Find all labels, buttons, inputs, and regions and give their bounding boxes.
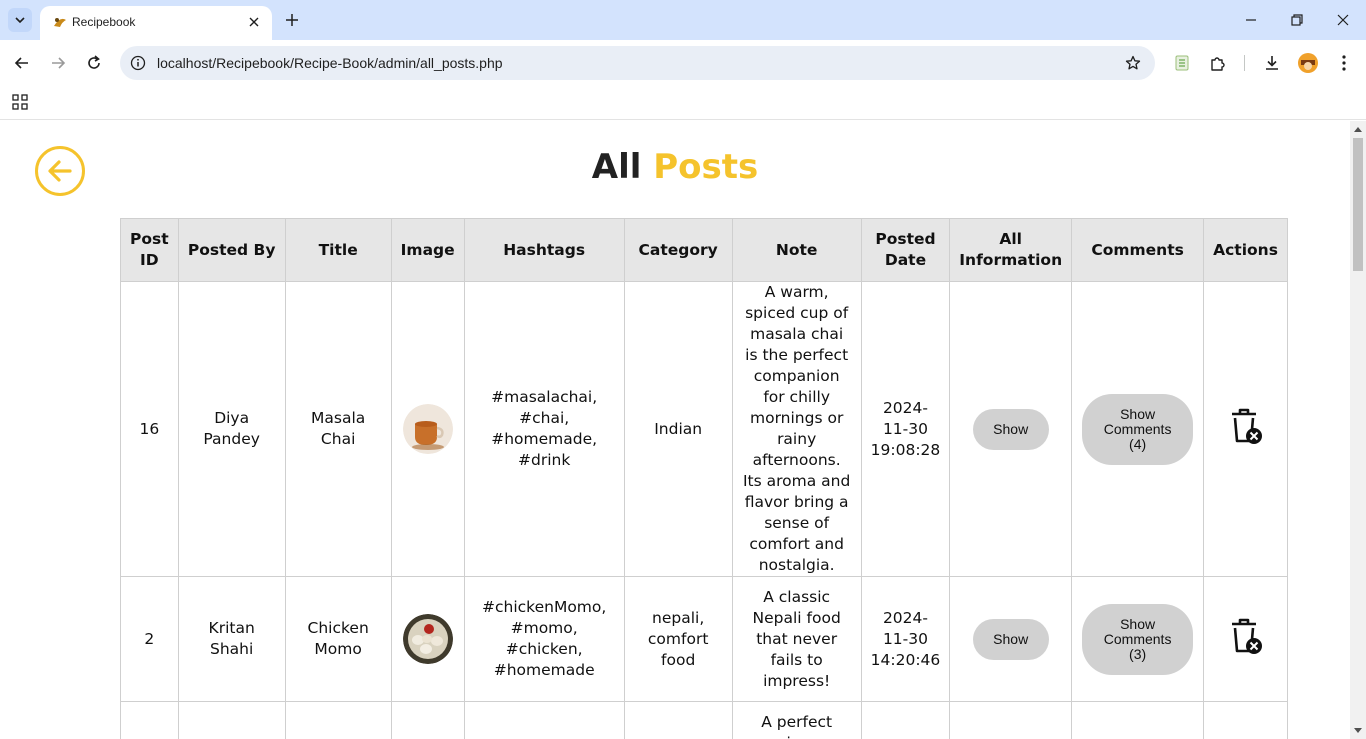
close-tab-icon[interactable] <box>244 12 264 32</box>
col-note: Note <box>731 218 862 282</box>
col-all-information: All Information <box>949 218 1073 282</box>
scrollbar-thumb[interactable] <box>1353 138 1363 271</box>
cell-title <box>284 701 392 739</box>
tab-search-button[interactable] <box>8 8 32 32</box>
delete-trash-icon[interactable] <box>1228 406 1264 446</box>
cell-category <box>623 701 733 739</box>
show-comments-button[interactable]: Show Comments (4) <box>1082 393 1194 465</box>
cell-actions <box>1203 281 1288 577</box>
col-posted-date: Posted Date <box>860 218 951 282</box>
cell-posted-by: Diya Pandey <box>177 281 286 577</box>
tab-title: Recipebook <box>72 15 136 29</box>
col-hashtags: Hashtags <box>463 218 625 282</box>
toolbar-divider <box>1244 55 1245 71</box>
page-title-main: All <box>591 147 642 187</box>
browser-tab[interactable]: Recipebook <box>40 6 272 40</box>
cell-comments <box>1071 701 1205 739</box>
col-title: Title <box>284 218 392 282</box>
cell-comments: Show Comments (4) <box>1071 281 1205 577</box>
cell-posted-date <box>860 701 951 739</box>
cell-post-id <box>120 701 179 739</box>
chevron-down-icon <box>15 17 25 24</box>
cell-category: nepali, comfort food <box>623 576 733 702</box>
cell-all-information: Show <box>949 576 1073 702</box>
address-bar[interactable]: localhost/Recipebook/Recipe-Book/admin/a… <box>120 46 1155 80</box>
cell-posted-date: 2024-11-30 14:20:46 <box>860 576 951 702</box>
page-title: All Posts <box>0 145 1350 189</box>
masala-chai-image <box>402 404 453 454</box>
scroll-up-arrow-icon[interactable] <box>1354 127 1362 132</box>
cell-title: Masala Chai <box>284 281 392 577</box>
menu-kebab-icon[interactable] <box>1332 51 1356 75</box>
cell-post-id: 2 <box>120 576 179 702</box>
col-category: Category <box>623 218 733 282</box>
url-text: localhost/Recipebook/Recipe-Book/admin/a… <box>157 55 503 71</box>
cell-hashtags: #masalachai, #chai, #homemade, #drink <box>463 281 625 577</box>
cell-hashtags: #chickenMomo, #momo, #chicken, #homemade <box>463 576 625 702</box>
profile-avatar-icon[interactable] <box>1296 51 1320 75</box>
cell-image <box>390 701 465 739</box>
show-button[interactable]: Show <box>972 408 1049 450</box>
cell-post-id: 16 <box>120 281 179 577</box>
cell-image <box>390 281 465 577</box>
show-comments-button[interactable]: Show Comments (3) <box>1082 603 1194 675</box>
posts-table: Post ID Posted By Title Image Hashtags C… <box>120 218 1288 739</box>
bookmark-star-icon[interactable] <box>1123 53 1143 73</box>
download-icon[interactable] <box>1260 51 1284 75</box>
table-row: A perfect pizza <box>120 701 1288 739</box>
chicken-momo-image <box>402 614 453 664</box>
cell-posted-date: 2024-11-30 19:08:28 <box>860 281 951 577</box>
vertical-scrollbar[interactable] <box>1350 121 1366 739</box>
cell-category: Indian <box>623 281 733 577</box>
col-posted-by: Posted By <box>177 218 286 282</box>
page-viewport: All Posts Post ID Posted By Title Image … <box>0 121 1350 739</box>
cell-image <box>390 576 465 702</box>
table-row: 16 Diya Pandey Masala Chai #masalachai, … <box>120 281 1288 577</box>
reload-icon[interactable] <box>82 51 106 75</box>
forward-arrow-icon[interactable] <box>46 51 70 75</box>
browser-toolbar: localhost/Recipebook/Recipe-Book/admin/a… <box>0 40 1366 86</box>
cell-actions <box>1203 576 1288 702</box>
recipebook-favicon-icon <box>54 18 66 27</box>
page-title-accent: Posts <box>653 147 759 187</box>
cell-comments: Show Comments (3) <box>1071 576 1205 702</box>
delete-trash-icon[interactable] <box>1228 616 1264 656</box>
extensions-puzzle-icon[interactable] <box>1206 51 1230 75</box>
scroll-down-arrow-icon[interactable] <box>1354 728 1362 733</box>
table-header-row: Post ID Posted By Title Image Hashtags C… <box>120 218 1288 282</box>
minimize-icon[interactable] <box>1228 4 1274 36</box>
table-row: 2 Kritan Shahi Chicken Momo #chickenMomo… <box>120 576 1288 702</box>
cell-title: Chicken Momo <box>284 576 392 702</box>
tab-strip: Recipebook <box>0 0 1366 40</box>
cell-note: A warm, spiced cup of masala chai is the… <box>731 281 862 577</box>
col-comments: Comments <box>1071 218 1205 282</box>
show-button[interactable]: Show <box>972 618 1049 660</box>
cell-all-information <box>949 701 1073 739</box>
site-info-icon[interactable] <box>128 53 148 73</box>
col-post-id: Post ID <box>120 218 179 282</box>
col-image: Image <box>390 218 465 282</box>
cell-note: A perfect pizza <box>731 701 862 739</box>
cell-hashtags <box>463 701 625 739</box>
sheets-extension-icon[interactable] <box>1170 51 1194 75</box>
cell-actions <box>1203 701 1288 739</box>
cell-all-information: Show <box>949 281 1073 577</box>
close-window-icon[interactable] <box>1320 4 1366 36</box>
col-actions: Actions <box>1203 218 1288 282</box>
cell-posted-by: Kritan Shahi <box>177 576 286 702</box>
apps-grid-icon[interactable] <box>10 92 30 112</box>
bookmarks-bar <box>0 86 1366 120</box>
cell-posted-by <box>177 701 286 739</box>
back-arrow-icon[interactable] <box>10 51 34 75</box>
new-tab-icon[interactable] <box>280 8 304 32</box>
restore-icon[interactable] <box>1274 4 1320 36</box>
cell-note: A classic Nepali food that never fails t… <box>731 576 862 702</box>
